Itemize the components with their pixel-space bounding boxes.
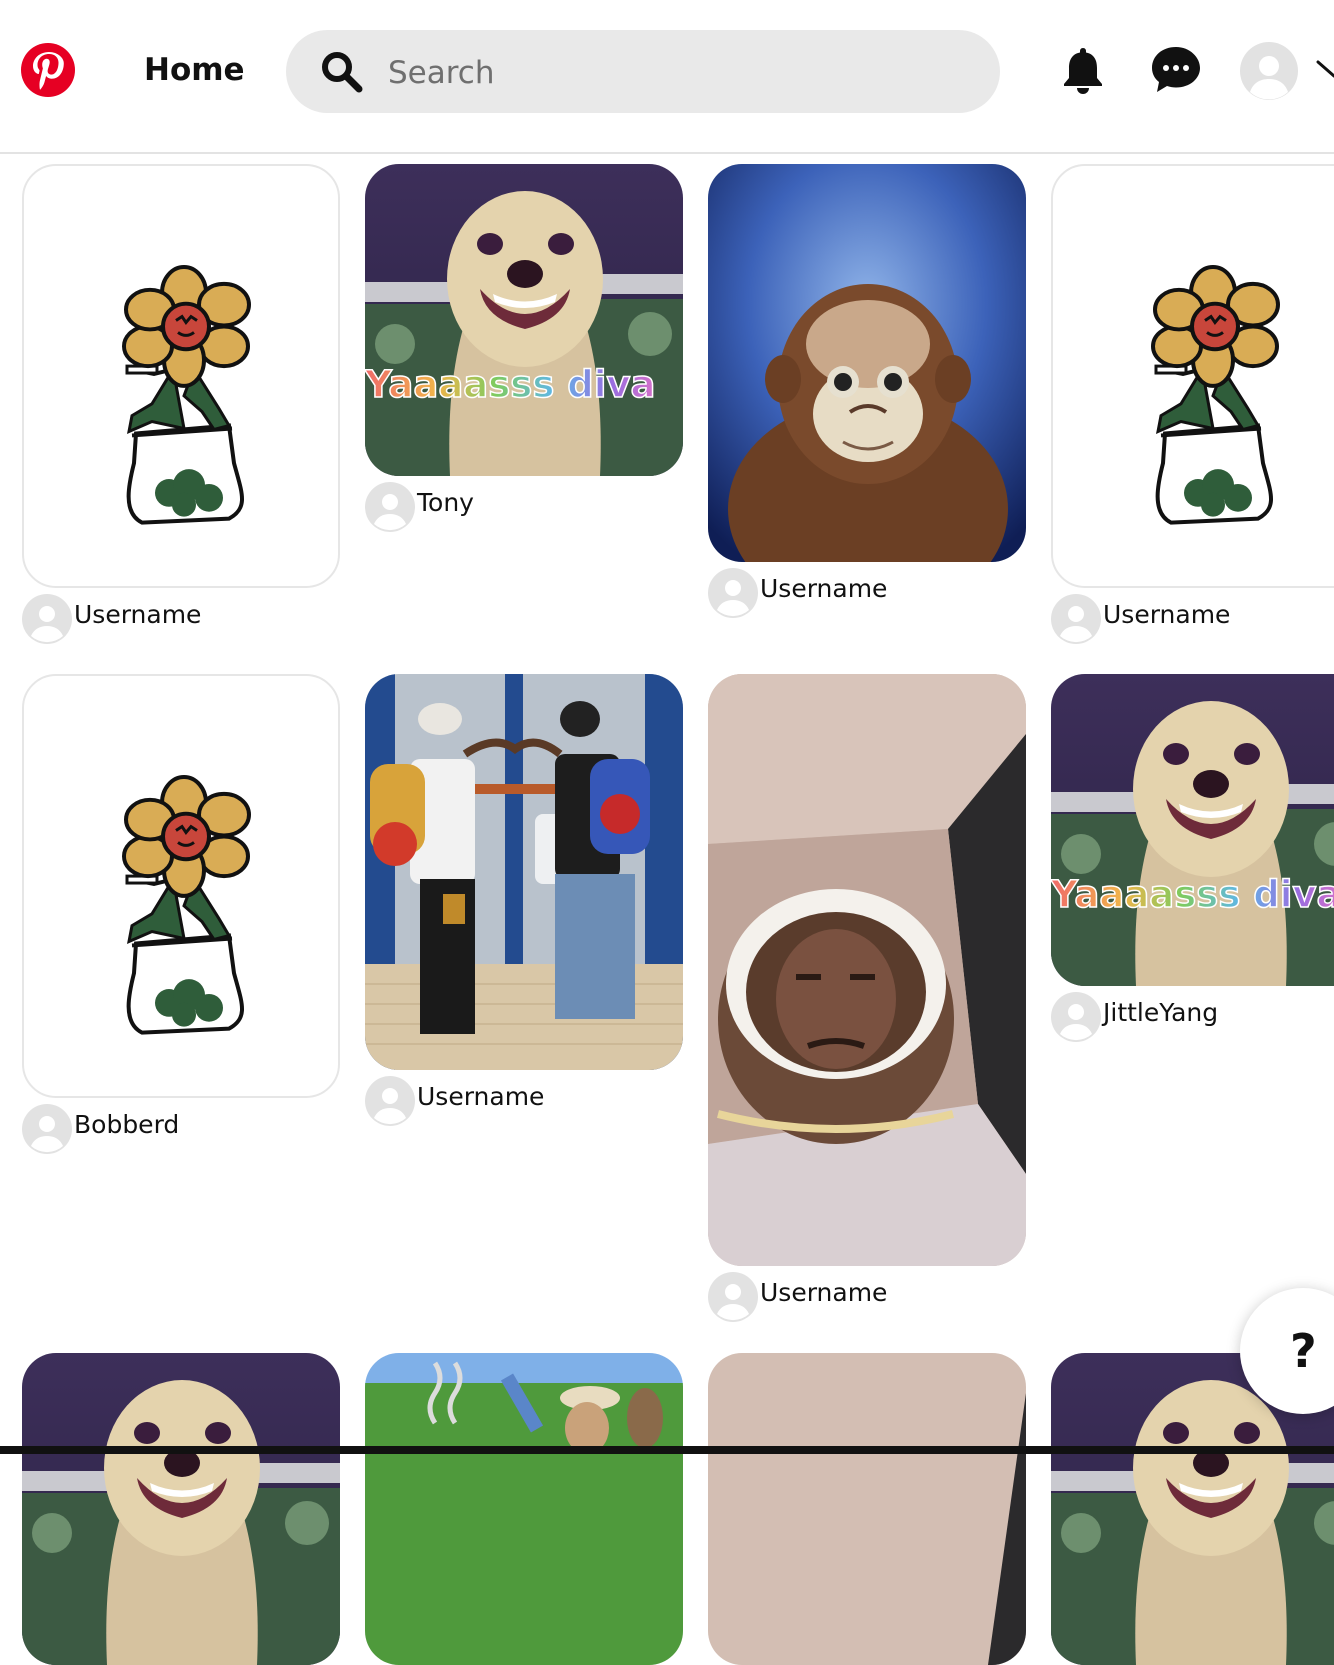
user-avatar[interactable] — [1051, 594, 1101, 644]
user-avatar[interactable] — [708, 568, 758, 618]
username[interactable]: Username — [760, 574, 887, 603]
pin-card[interactable]: Username — [708, 674, 1026, 1322]
pin-image[interactable] — [22, 674, 340, 1098]
avatar[interactable] — [1240, 42, 1298, 100]
username[interactable]: Tony — [417, 488, 474, 517]
pin-caption: Yaaaasss diva — [365, 363, 655, 406]
username[interactable]: Bobberd — [74, 1110, 179, 1139]
pin-card[interactable]: Username — [365, 674, 683, 1126]
pin-image[interactable]: Yaaaasss diva — [1051, 674, 1334, 986]
pin-meta: Username — [365, 1070, 683, 1126]
pin-meta: Username — [708, 562, 1026, 618]
user-avatar[interactable] — [1051, 992, 1101, 1042]
window-edge — [0, 1446, 1334, 1454]
top-nav: Home — [0, 0, 1334, 154]
pin-meta: Tony — [365, 476, 683, 532]
search-input[interactable] — [386, 30, 980, 115]
home-tab[interactable]: Home — [144, 52, 245, 88]
pin-image[interactable] — [22, 1353, 340, 1665]
pin-card[interactable]: Yaaaasss diva JittleYang — [1051, 674, 1334, 1042]
pin-image[interactable] — [365, 1353, 683, 1665]
username[interactable]: Username — [1103, 600, 1230, 629]
pin-image[interactable] — [1051, 164, 1334, 588]
pin-card[interactable] — [365, 1353, 683, 1665]
pin-card[interactable] — [22, 1353, 340, 1665]
search-icon — [322, 52, 363, 93]
pin-image[interactable] — [708, 1353, 1026, 1665]
pin-meta: Username — [708, 1266, 1026, 1322]
pin-image[interactable] — [708, 674, 1026, 1266]
pin-caption: Yaaaasss diva — [1051, 873, 1334, 916]
pin-meta: Username — [22, 588, 340, 644]
chevron-down-icon[interactable] — [1316, 58, 1334, 80]
pin-card[interactable]: Yaaaasss diva Tony — [365, 164, 683, 532]
username[interactable]: JittleYang — [1103, 998, 1218, 1027]
user-avatar[interactable] — [22, 1104, 72, 1154]
user-avatar[interactable] — [365, 1076, 415, 1126]
bell-icon[interactable] — [1058, 44, 1108, 96]
pin-card[interactable]: Username — [22, 164, 340, 644]
username[interactable]: Username — [74, 600, 201, 629]
pin-card[interactable] — [708, 1353, 1026, 1665]
messages-icon[interactable] — [1150, 44, 1202, 96]
pin-image[interactable] — [22, 164, 340, 588]
user-avatar[interactable] — [708, 1272, 758, 1322]
pinterest-logo[interactable] — [20, 42, 76, 98]
user-avatar[interactable] — [365, 482, 415, 532]
pin-card[interactable]: Username — [1051, 164, 1334, 644]
search-bar[interactable] — [286, 30, 1000, 115]
pin-image[interactable] — [365, 674, 683, 1070]
pin-card[interactable]: Username — [708, 164, 1026, 618]
pin-image[interactable]: Yaaaasss diva — [365, 164, 683, 476]
user-avatar[interactable] — [22, 594, 72, 644]
username[interactable]: Username — [417, 1082, 544, 1111]
help-icon: ? — [1290, 1324, 1317, 1378]
pin-image[interactable] — [708, 164, 1026, 562]
pin-meta: JittleYang — [1051, 986, 1334, 1042]
pin-meta: Bobberd — [22, 1098, 340, 1154]
username[interactable]: Username — [760, 1278, 887, 1307]
pin-meta: Username — [1051, 588, 1334, 644]
pin-card[interactable]: Bobberd — [22, 674, 340, 1154]
